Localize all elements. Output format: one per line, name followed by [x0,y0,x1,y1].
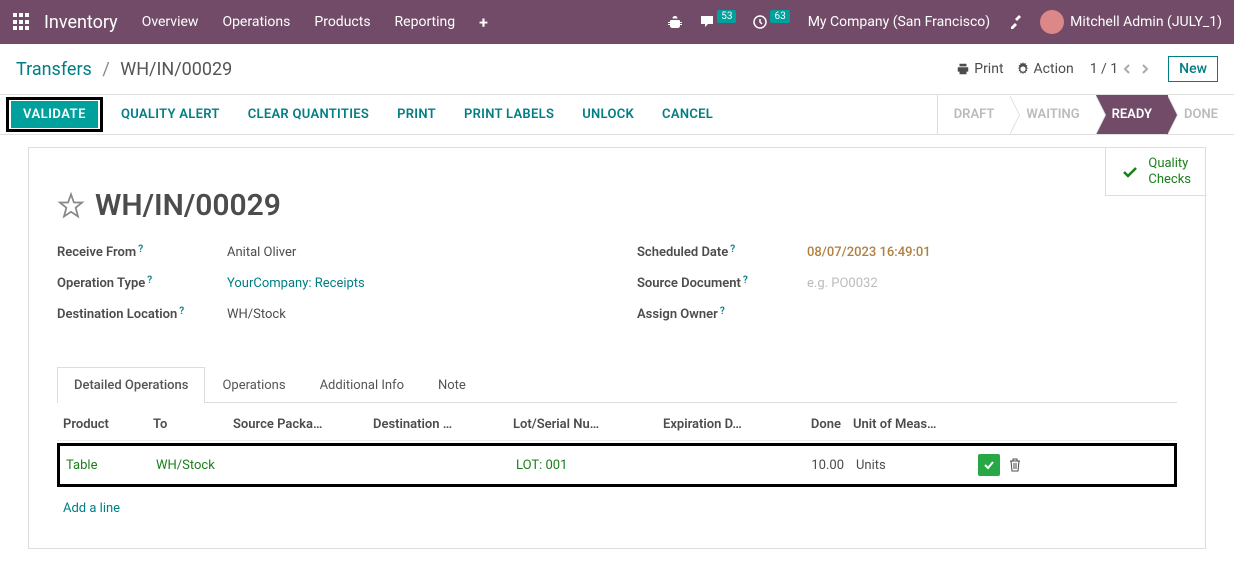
breadcrumb-parent[interactable]: Transfers [16,59,92,80]
quality-checks-label: Quality Checks [1148,156,1191,187]
activities-badge: 63 [770,10,789,23]
cell-to[interactable]: WH/Stock [150,458,230,473]
menu-operations[interactable]: Operations [222,14,290,30]
company-selector[interactable]: My Company (San Francisco) [808,14,990,30]
menu-reporting[interactable]: Reporting [395,14,456,30]
bug-icon[interactable] [667,14,683,30]
menu-products[interactable]: Products [314,14,370,30]
clear-quantities-button[interactable]: CLEAR QUANTITIES [234,95,383,134]
app-name[interactable]: Inventory [44,12,118,33]
label-assign-owner: Assign Owner? [637,307,807,322]
cell-lot[interactable]: LOT: 001 [510,458,660,473]
tab-note[interactable]: Note [421,367,483,403]
tabs: Detailed Operations Operations Additiona… [57,366,1177,403]
topbar: Inventory Overview Operations Products R… [0,0,1234,44]
th-to[interactable]: To [147,417,227,432]
quality-alert-button[interactable]: QUALITY ALERT [107,95,234,134]
cancel-button[interactable]: CANCEL [648,95,727,134]
record-title: WH/IN/00029 [95,188,281,223]
user-menu[interactable]: Mitchell Admin (JULY_1) [1040,10,1222,34]
pager: 1 / 1 [1090,60,1154,78]
label-source-document: Source Document? [637,276,807,291]
table-header: Product To Source Packa… Destination … L… [57,409,1177,441]
value-receive-from[interactable]: Anital Oliver [227,245,296,260]
action-button[interactable]: Action [1016,61,1074,77]
value-source-document[interactable]: e.g. PO0032 [807,276,878,291]
tools-icon[interactable] [1008,14,1024,30]
user-name: Mitchell Admin (JULY_1) [1070,14,1222,30]
value-destination-location[interactable]: WH/Stock [227,307,286,322]
print-action-button[interactable]: PRINT [383,95,450,134]
th-product[interactable]: Product [57,417,147,432]
th-done[interactable]: Done [787,417,847,432]
row-confirm-icon[interactable] [978,454,1000,476]
validate-button[interactable]: VALIDATE [11,101,98,128]
label-operation-type: Operation Type? [57,276,227,291]
status-bar: DRAFT WAITING READY DONE [937,95,1234,134]
activities-icon[interactable]: 63 [752,14,789,30]
th-lot[interactable]: Lot/Serial Nu… [507,417,657,432]
cell-done[interactable]: 10.00 [790,458,850,473]
breadcrumb-current: WH/IN/00029 [120,59,232,80]
status-draft[interactable]: DRAFT [937,95,1011,134]
tab-operations[interactable]: Operations [205,367,302,403]
cell-uom[interactable]: Units [850,458,970,473]
tab-detailed-operations[interactable]: Detailed Operations [57,367,205,403]
messages-badge: 53 [717,10,736,23]
status-waiting[interactable]: WAITING [1010,95,1095,134]
print-button[interactable]: Print [956,61,1003,77]
add-line-button[interactable]: Add a line [57,489,1177,528]
avatar [1040,10,1064,34]
menu-overview[interactable]: Overview [142,14,199,30]
quality-checks-button[interactable]: Quality Checks [1105,148,1205,196]
star-icon[interactable] [57,192,85,220]
validate-highlight: VALIDATE [6,97,103,132]
pager-next-icon[interactable] [1136,60,1154,78]
action-bar: VALIDATE QUALITY ALERT CLEAR QUANTITIES … [0,95,1234,135]
label-scheduled-date: Scheduled Date? [637,245,807,260]
cell-product[interactable]: Table [60,458,150,473]
breadcrumb: Transfers / WH/IN/00029 [16,59,232,80]
messages-icon[interactable]: 53 [699,14,736,30]
value-operation-type[interactable]: YourCompany: Receipts [227,276,365,291]
label-destination-location: Destination Location? [57,307,227,322]
status-ready[interactable]: READY [1096,95,1168,134]
operations-table: Product To Source Packa… Destination … L… [57,409,1177,528]
th-uom[interactable]: Unit of Meas… [847,417,967,432]
th-expiration[interactable]: Expiration D… [657,417,787,432]
value-scheduled-date[interactable]: 08/07/2023 16:49:01 [807,245,931,260]
form-sheet: Quality Checks WH/IN/00029 Receive From?… [28,147,1206,549]
label-receive-from: Receive From? [57,245,227,260]
row-delete-icon[interactable] [1006,454,1024,476]
th-destination[interactable]: Destination … [367,417,507,432]
tab-additional-info[interactable]: Additional Info [303,367,421,403]
table-row-highlight: Table WH/Stock LOT: 001 10.00 Units [57,443,1177,487]
pager-text: 1 / 1 [1090,61,1118,77]
unlock-button[interactable]: UNLOCK [568,95,648,134]
th-source-package[interactable]: Source Packa… [227,417,367,432]
menu-add-icon[interactable]: + [479,13,488,32]
control-bar: Transfers / WH/IN/00029 Print Action 1 /… [0,44,1234,95]
new-button[interactable]: New [1168,56,1218,82]
table-row[interactable]: Table WH/Stock LOT: 001 10.00 Units [60,446,1174,484]
print-labels-button[interactable]: PRINT LABELS [450,95,568,134]
apps-icon[interactable] [12,12,32,32]
pager-prev-icon[interactable] [1118,60,1136,78]
